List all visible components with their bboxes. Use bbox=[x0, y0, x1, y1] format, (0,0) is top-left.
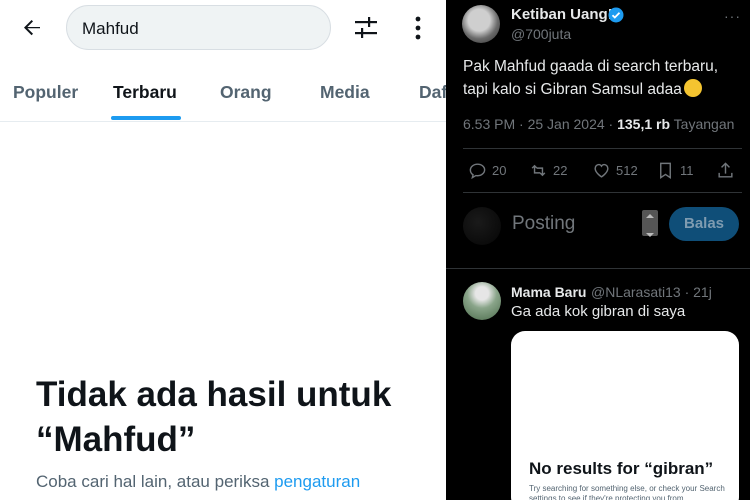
avatar[interactable] bbox=[462, 5, 500, 43]
reply-text: Ga ada kok gibran di saya bbox=[511, 303, 686, 320]
tweet-timestamp[interactable]: 6.53 PM · 25 Jan 2024 · bbox=[463, 116, 617, 132]
more-vertical-icon bbox=[415, 16, 421, 40]
tweet-text: Pak Mahfud gaada di search terbaru, tapi… bbox=[463, 58, 719, 98]
like-button[interactable]: 512 bbox=[592, 161, 638, 180]
retweet-icon bbox=[531, 164, 546, 177]
divider bbox=[463, 148, 742, 149]
author-handle[interactable]: @700juta bbox=[511, 26, 571, 42]
card-title: No results for “gibran” bbox=[529, 459, 714, 478]
reply-author-name[interactable]: Mama Baru bbox=[511, 284, 586, 300]
empty-state-title: Tidak ada hasil untuk “Mahfud” bbox=[36, 375, 392, 459]
tab-daftar[interactable]: Daf bbox=[419, 82, 446, 103]
divider bbox=[446, 268, 750, 269]
reply-icon bbox=[469, 163, 486, 180]
reply-author-handle[interactable]: @NLarasati13 · 21j bbox=[591, 284, 712, 300]
chevron-down-icon bbox=[646, 233, 654, 237]
reply-composer: Posting Balas bbox=[446, 198, 750, 258]
back-button[interactable] bbox=[18, 14, 46, 42]
bookmark-icon bbox=[660, 162, 671, 179]
reply-button[interactable]: Balas bbox=[669, 207, 739, 241]
avatar bbox=[463, 207, 501, 245]
search-input[interactable]: Mahfud bbox=[66, 5, 331, 50]
verified-badge-icon bbox=[608, 7, 624, 23]
reply-button[interactable]: 20 bbox=[468, 161, 506, 180]
empty-state-description: Coba cari hal lain, atau periksa pengatu… bbox=[36, 472, 361, 491]
search-tabs: Populer Terbaru Orang Media Daf bbox=[0, 68, 446, 122]
divider bbox=[463, 192, 742, 193]
heart-icon bbox=[594, 163, 609, 178]
chevron-up-icon bbox=[646, 214, 654, 218]
tab-media[interactable]: Media bbox=[320, 82, 370, 103]
search-results-panel: Mahfud Populer Terbaru Orang Media Daf T… bbox=[0, 0, 446, 500]
tab-terbaru[interactable]: Terbaru bbox=[113, 82, 177, 103]
tweet-meta: 6.53 PM · 25 Jan 2024 · 135,1 rb Tayanga… bbox=[463, 116, 735, 132]
settings-link[interactable]: pengaturan bbox=[274, 472, 360, 491]
arrow-left-icon bbox=[24, 20, 40, 36]
filter-button[interactable] bbox=[352, 14, 380, 42]
scrollbar[interactable] bbox=[642, 210, 658, 237]
tweet-actions: 20 22 512 11 bbox=[446, 150, 750, 190]
retweet-button[interactable]: 22 bbox=[529, 161, 567, 180]
tab-populer[interactable]: Populer bbox=[13, 82, 78, 103]
view-count: 135,1 rb bbox=[617, 116, 671, 132]
bookmark-button[interactable]: 11 bbox=[656, 161, 694, 180]
reply-image[interactable]: No results for “gibran” Try searching fo… bbox=[511, 331, 739, 500]
tab-orang[interactable]: Orang bbox=[220, 82, 272, 103]
more-horizontal-icon[interactable]: ··· bbox=[724, 8, 741, 24]
tweet-thread-panel: Ketiban Uang! @700juta ··· Pak Mahfud ga… bbox=[446, 0, 750, 500]
monocle-emoji-icon bbox=[683, 79, 702, 97]
card-subtitle: Try searching for something else, or che… bbox=[529, 484, 725, 500]
sliders-icon bbox=[355, 17, 377, 38]
active-tab-indicator bbox=[111, 116, 181, 120]
share-icon bbox=[718, 162, 733, 178]
reply-input[interactable]: Posting bbox=[512, 213, 575, 235]
avatar[interactable] bbox=[463, 282, 501, 320]
share-button[interactable] bbox=[716, 161, 735, 180]
author-name[interactable]: Ketiban Uang! bbox=[511, 6, 613, 23]
more-options-button[interactable] bbox=[408, 14, 428, 42]
